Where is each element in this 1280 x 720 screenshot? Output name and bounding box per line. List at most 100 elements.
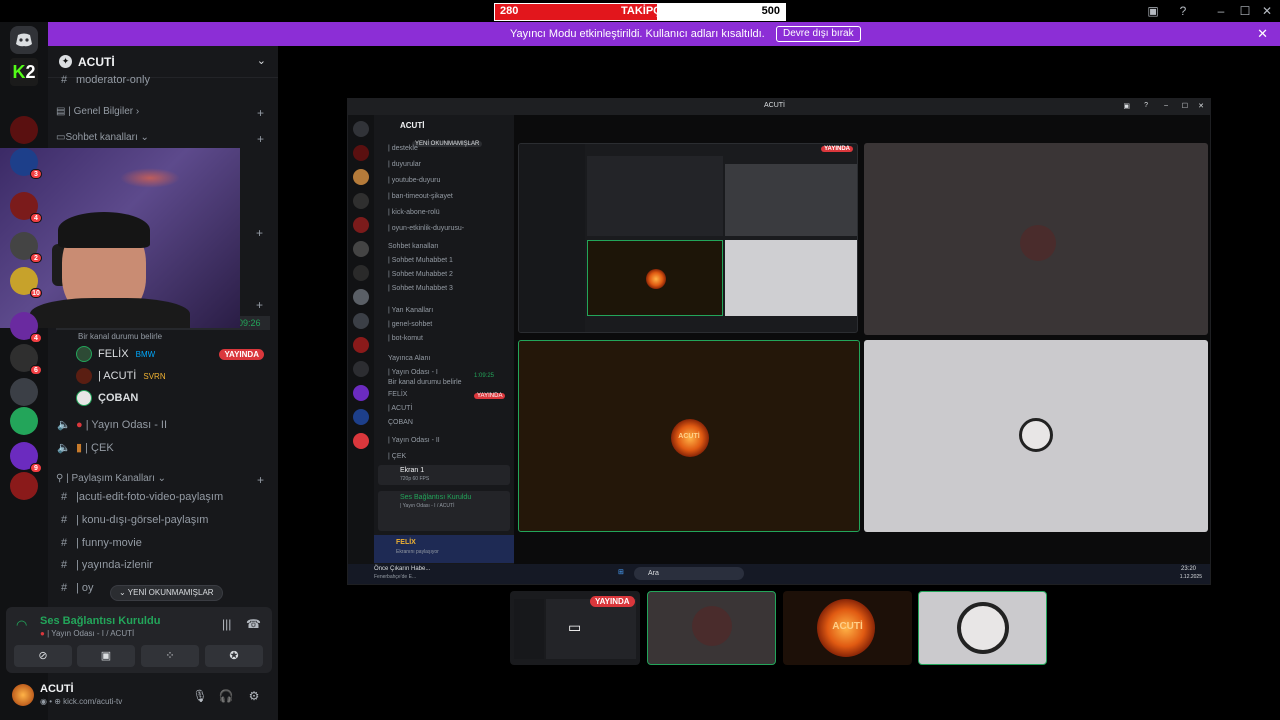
voice-channel[interactable]: ● | Yayın Odası - I / ACUTİ	[40, 629, 134, 638]
embedded-voice-panel: Ses Bağlantısı Kuruldu | Yayın Odası - I…	[378, 491, 510, 531]
voice-user-felix[interactable]: FELİX BMW YAYINDA	[76, 346, 268, 366]
server-icon[interactable]: 4	[10, 312, 42, 343]
voice-channel-cek[interactable]: 🔈 ▮ | ÇEK	[56, 441, 268, 461]
voice-timer-label: 09:26	[238, 318, 261, 328]
server-icon[interactable]	[10, 378, 38, 406]
thumb-coban[interactable]	[918, 591, 1047, 665]
server-k2[interactable]: K2	[10, 58, 38, 86]
server-icon[interactable]	[10, 116, 38, 144]
server-icon[interactable]: 3	[10, 148, 42, 179]
channel-label: | yayında-izlenir	[76, 559, 153, 571]
add-channel-icon[interactable]: +	[256, 298, 274, 312]
stream-tile-acuti[interactable]: ACUTİ	[518, 340, 860, 532]
voice-user-coban[interactable]: ÇOBAN	[76, 390, 268, 410]
disable-streamer-mode-button[interactable]: Devre dışı bırak	[776, 26, 861, 42]
server-icon[interactable]	[10, 407, 38, 435]
thumb-content	[546, 599, 636, 659]
new-unreads-pill[interactable]: ⌄ YENİ OKUNMAMIŞLAR	[110, 585, 223, 601]
embedded-timer: 1:09:25	[474, 373, 495, 379]
page-icon: ▤	[56, 106, 66, 117]
channel-status[interactable]: Bir kanal durumu belirle	[78, 332, 162, 341]
embedded-server-icon	[353, 409, 369, 425]
embedded-channel: | genel-sohbet	[388, 321, 433, 328]
soundboard-icon[interactable]: |||	[222, 617, 231, 631]
windows-start-icon: ⊞	[618, 569, 624, 576]
category-paylasim[interactable]: ⚲ | Paylaşım Kanalları ⌄ +	[56, 473, 268, 489]
streamer-hair	[58, 212, 150, 248]
server-icon[interactable]	[10, 472, 38, 500]
embedded-channel: | ÇEK	[388, 453, 407, 460]
embedded-channel: | Yayın Odası - I	[388, 369, 438, 376]
embedded-screen-sub: 720p 60 FPS	[400, 476, 430, 482]
voice-user-acuti[interactable]: | ACUTİ SVRN	[76, 368, 268, 388]
server-icon[interactable]: 10	[10, 267, 42, 298]
minimize-button[interactable]: –	[1210, 2, 1232, 20]
thumb-acuti[interactable]: ACUTİ	[783, 591, 912, 665]
embedded-inbox-icon: ▣	[1123, 103, 1130, 110]
embedded-channel: | kick-abone-rolü	[388, 209, 440, 216]
help-icon[interactable]: ?	[1172, 2, 1194, 20]
embedded-server-icon	[353, 337, 369, 353]
server-name: ACUTİ	[78, 55, 115, 69]
embedded-server-icon	[353, 145, 369, 161]
add-channel-icon[interactable]: +	[257, 132, 264, 146]
headphones-icon[interactable]: 🎧	[216, 686, 236, 706]
category-sohbet[interactable]: ▭Sohbet kanalları ⌄ +	[56, 132, 268, 148]
stream-tile-coban[interactable]	[864, 340, 1208, 532]
add-channel-icon[interactable]: +	[257, 473, 264, 487]
channel-label: | funny-movie	[76, 537, 142, 549]
embedded-stage: YAYINDA ACUTİ	[514, 115, 1210, 564]
channel-konu-disi[interactable]: # | konu-dışı-görsel-paylaşım	[56, 514, 268, 534]
thumb-screen[interactable]: ▭ YAYINDA	[510, 591, 640, 665]
user-name: ACUTİ	[40, 683, 74, 695]
neon-light	[120, 168, 180, 188]
camera-off-button[interactable]: ⊘	[14, 645, 72, 667]
server-icon[interactable]: 2	[10, 232, 42, 263]
red-dot-icon: ●	[40, 629, 45, 638]
add-channel-icon[interactable]: +	[256, 226, 274, 240]
embedded-server-icon	[353, 121, 369, 137]
embedded-server-name: ACUTİ	[400, 121, 425, 130]
channel-funny-movie[interactable]: # | funny-movie	[56, 537, 268, 557]
user-avatar[interactable]	[12, 684, 34, 706]
goal-max: 500	[761, 5, 780, 17]
acuti-sun-label: ACUTİ	[678, 433, 700, 440]
embedded-server-icon	[353, 361, 369, 377]
stream-tile-felix[interactable]	[864, 143, 1208, 335]
signal-icon[interactable]: ◠	[16, 617, 27, 633]
channel-yayinda-izlenir[interactable]: # | yayında-izlenir	[56, 559, 268, 579]
microphone-icon[interactable]: 🎙	[190, 686, 210, 706]
user-name: FELİX	[98, 347, 129, 360]
channel-acuti-edit[interactable]: # |acuti-edit-foto-video-paylaşım	[56, 491, 268, 511]
embedded-user-name: FELİX	[396, 539, 416, 546]
add-channel-icon[interactable]: +	[257, 106, 264, 120]
shared-screen-window[interactable]: ACUTİ ▣ ? – ☐ ✕ ACUTİ YENİ OKUNMAMIŞLAR …	[347, 98, 1211, 585]
settings-gear-icon[interactable]: ⚙	[244, 686, 264, 706]
monitor-icon: ▭	[568, 619, 582, 635]
embedded-channel: ÇOBAN	[388, 419, 413, 426]
voice-channel-yayin-odasi-2[interactable]: 🔈 ● | Yayın Odası - II	[56, 418, 268, 438]
embedded-unread-pill: YENİ OKUNMAMIŞLAR	[412, 141, 483, 147]
server-icon[interactable]: 9	[10, 442, 42, 473]
live-badge: YAYINDA	[219, 349, 264, 360]
close-banner-icon[interactable]: ✕	[1257, 26, 1268, 42]
inbox-icon[interactable]: ▣	[1142, 2, 1164, 20]
channel-moderator-only[interactable]: # moderator-only	[56, 74, 268, 94]
server-icon[interactable]: 4	[10, 192, 42, 223]
hash-icon: #	[60, 559, 68, 571]
close-window-button[interactable]: ✕	[1256, 2, 1278, 20]
maximize-button[interactable]: ☐	[1234, 2, 1256, 20]
soundboard-button[interactable]: ✪	[205, 645, 263, 667]
embedded-user-panel: FELİX Ekranını paylaşıyor	[374, 535, 514, 563]
disconnect-icon[interactable]: ☎	[246, 617, 261, 631]
goal-label: TAKİPÇİ	[621, 5, 665, 17]
avatar	[76, 368, 92, 384]
activities-button[interactable]: ⁘	[141, 645, 199, 667]
discord-home-icon[interactable]	[10, 26, 38, 54]
server-badge-icon: ✦	[59, 55, 72, 68]
thumb-felix[interactable]	[647, 591, 776, 665]
embedded-server-rail	[348, 115, 374, 564]
server-icon[interactable]: 6	[10, 344, 42, 375]
screen-share-button[interactable]: ▣	[77, 645, 135, 667]
category-genel-bilgiler[interactable]: ▤ | Genel Bilgiler › +	[56, 106, 268, 122]
